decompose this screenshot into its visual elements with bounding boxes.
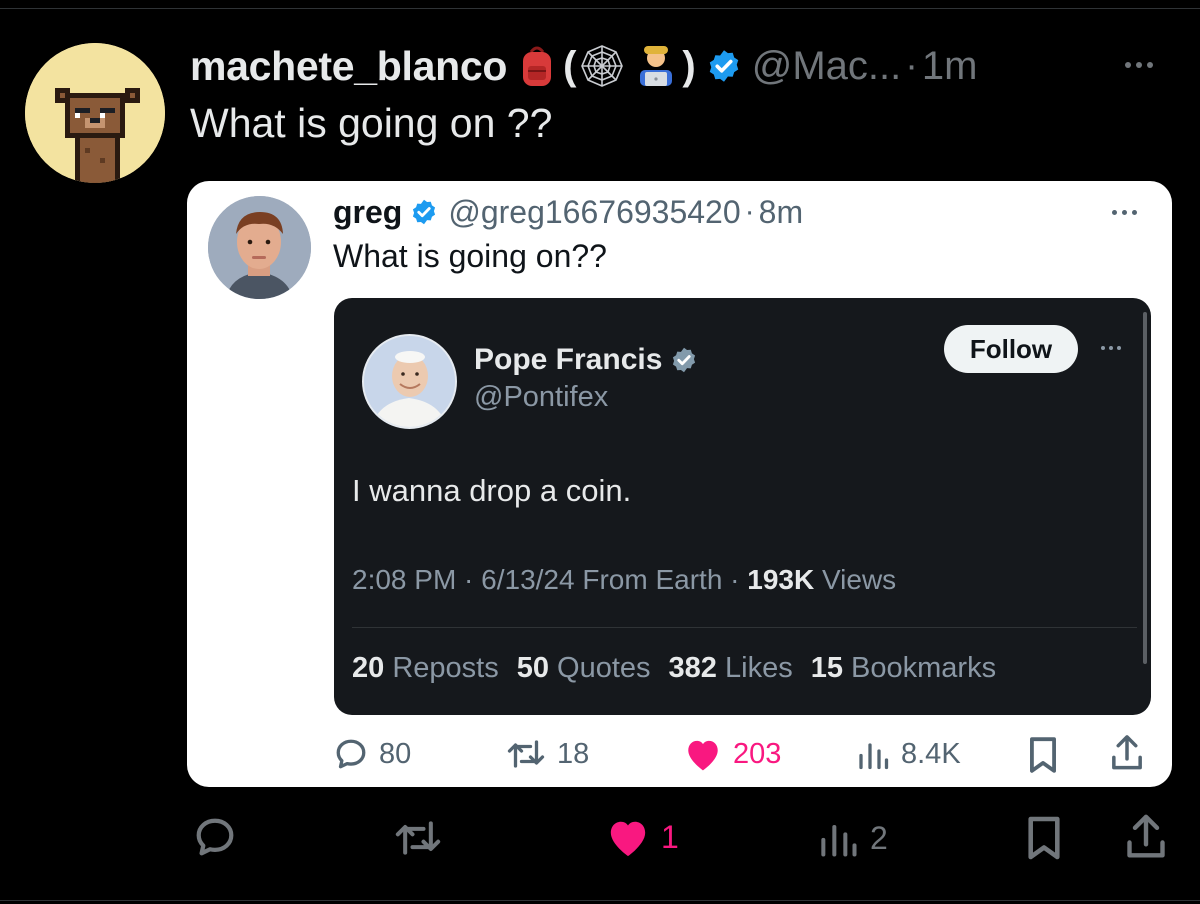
pope-tweet-stats: 20 Reposts 50 Quotes 382 Likes 15 Bookma… [352, 652, 996, 685]
more-icon[interactable] [1125, 62, 1153, 68]
repost-button[interactable] [392, 816, 444, 860]
like-count: 203 [733, 737, 782, 770]
repost-button[interactable]: 18 [505, 736, 589, 772]
bookmark-button[interactable] [1027, 736, 1059, 774]
technologist-icon [636, 44, 676, 88]
greg-avatar[interactable] [208, 196, 311, 299]
quoted-tweet-card[interactable]: greg @greg16676935420 · 8m What is going… [187, 181, 1172, 787]
backpack-icon [517, 44, 557, 88]
outer-tweet-text: What is going on ?? [190, 100, 553, 146]
reply-button[interactable]: 80 [333, 736, 411, 772]
views-count: 2 [870, 819, 888, 856]
like-count: 1 [661, 818, 679, 855]
divider [352, 627, 1137, 628]
pope-handle[interactable]: @Pontifex [474, 381, 608, 414]
bookmark-button[interactable] [1025, 815, 1063, 861]
spider-web-icon [580, 44, 624, 88]
share-button[interactable] [1124, 813, 1168, 861]
reply-count: 80 [379, 737, 412, 770]
repost-icon [507, 740, 545, 768]
more-icon[interactable] [1101, 346, 1121, 350]
pope-name-row: Pope Francis [474, 343, 698, 377]
like-button[interactable]: 203 [683, 736, 781, 772]
heart-icon [688, 740, 718, 771]
outer-tweet-header: machete_blanco ( ) @Mac... · 1m [190, 40, 978, 92]
like-button[interactable]: 1 [605, 816, 679, 858]
pope-timestamp: 2:08 PM · 6/13/24 From Earth · [352, 564, 748, 595]
outer-avatar[interactable] [25, 43, 165, 183]
stat-quotes[interactable]: 50 Quotes [517, 652, 651, 685]
repost-icon [395, 821, 441, 855]
pope-views-count: 193K [747, 564, 815, 595]
pope-views-label: Views [814, 564, 897, 595]
views-count: 8.4K [901, 737, 961, 770]
person-photo-icon [208, 196, 311, 299]
verified-badge-icon [670, 346, 698, 374]
outer-timestamp[interactable]: 1m [922, 44, 978, 89]
stat-reposts[interactable]: 20 Reposts [352, 652, 499, 685]
outer-display-name[interactable]: machete_blanco [190, 43, 507, 90]
bookmark-icon [1028, 816, 1060, 860]
outer-handle[interactable]: @Mac... [752, 44, 902, 89]
greg-timestamp[interactable]: 8m [759, 194, 803, 231]
pope-tweet-meta: 2:08 PM · 6/13/24 From Earth · 193K View… [352, 564, 896, 596]
greg-display-name[interactable]: greg [333, 194, 402, 231]
greg-tweet-text: What is going on?? [333, 238, 607, 274]
reply-icon [196, 818, 234, 856]
quoted-tweet-header: greg @greg16676935420 · 8m [333, 191, 803, 233]
person-photo-icon [364, 336, 455, 427]
share-icon [1127, 814, 1165, 858]
embedded-tweet-image[interactable]: Pope Francis @Pontifex Follow I wanna dr… [334, 298, 1151, 715]
verified-badge-icon [706, 48, 742, 84]
views-icon [821, 824, 857, 857]
top-divider [0, 8, 1200, 9]
greg-handle[interactable]: @greg16676935420 [448, 194, 740, 231]
pixel-bear-avatar-icon [25, 43, 165, 183]
stat-bookmarks[interactable]: 15 Bookmarks [811, 652, 996, 685]
bookmark-icon [1030, 737, 1056, 773]
pope-display-name[interactable]: Pope Francis [474, 343, 662, 377]
follow-button[interactable]: Follow [944, 325, 1078, 373]
views-button[interactable]: 2 [816, 816, 888, 860]
heart-icon [610, 821, 646, 857]
share-button[interactable] [1109, 734, 1145, 772]
stat-likes[interactable]: 382 Likes [669, 652, 793, 685]
separator-dot: · [905, 44, 918, 87]
paren-open: ( [563, 43, 577, 88]
paren-close: ) [682, 43, 696, 88]
bottom-divider [0, 900, 1200, 901]
share-icon [1112, 735, 1142, 770]
separator-dot: · [744, 195, 755, 228]
pope-tweet-text: I wanna drop a coin. [352, 473, 632, 508]
reply-button[interactable] [192, 814, 238, 860]
more-icon[interactable] [1112, 210, 1137, 215]
repost-count: 18 [557, 737, 590, 770]
reply-icon [336, 739, 366, 769]
scrollbar[interactable] [1143, 312, 1147, 664]
views-icon [859, 743, 889, 770]
views-button[interactable]: 8.4K [855, 736, 961, 772]
pope-avatar[interactable] [362, 334, 457, 429]
verified-badge-icon [410, 198, 438, 226]
